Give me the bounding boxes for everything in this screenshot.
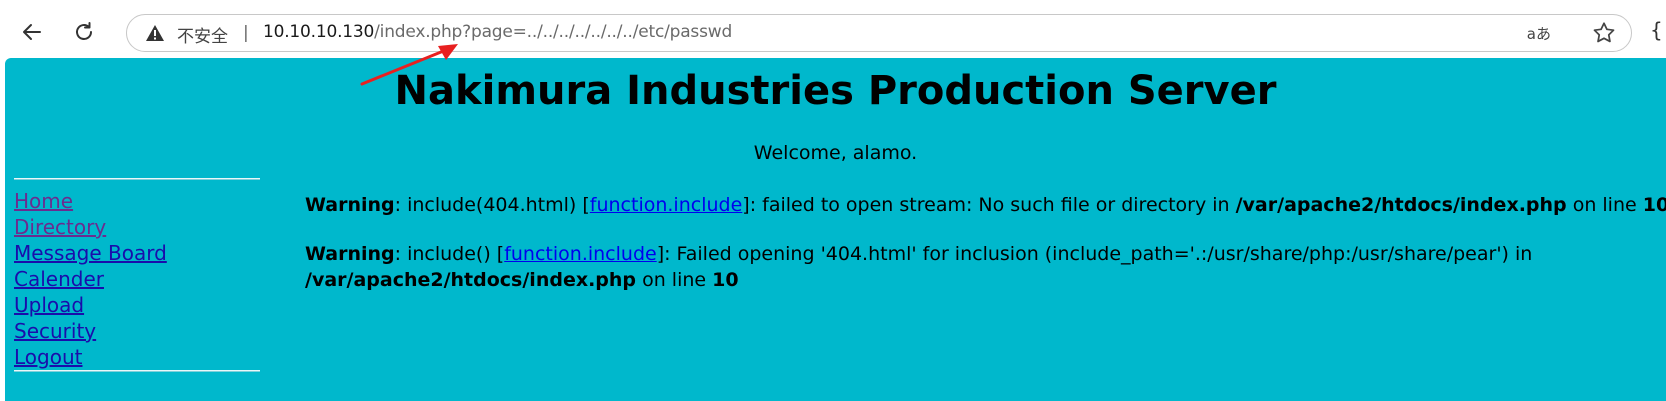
address-bar[interactable]: 不安全 | 10.10.10.130/index.php?page=../../… xyxy=(126,14,1632,52)
sidebar-menu: Home Directory Message Board Calender Up… xyxy=(14,188,167,370)
warning-message-1: Warning: include(404.html) [function.inc… xyxy=(305,192,1666,218)
menu-item-logout: Logout xyxy=(14,344,167,370)
browser-toolbar: 不安全 | 10.10.10.130/index.php?page=../../… xyxy=(0,0,1666,60)
url-host: 10.10.10.130 xyxy=(263,22,375,42)
menu-divider-top xyxy=(14,178,260,180)
menu-item-calender: Calender xyxy=(14,266,167,292)
warning-message-2: Warning: include() [function.include]: F… xyxy=(305,241,1532,293)
not-secure-warning-icon[interactable] xyxy=(145,24,165,42)
reload-button[interactable] xyxy=(66,14,102,50)
welcome-message: Welcome, alamo. xyxy=(753,142,918,164)
warning-text: on line xyxy=(1566,194,1643,216)
warning-text: : include(404.html) [ xyxy=(394,194,590,216)
separator: | xyxy=(243,23,249,43)
menu-link-home[interactable]: Home xyxy=(14,189,73,213)
file-path: /var/apache2/htdocs/index.php xyxy=(1235,194,1567,216)
warning-text: : include() [ xyxy=(394,243,505,265)
url-path: /index.php?page=../../../../../../../etc… xyxy=(374,22,733,42)
translate-icon[interactable]: aあ xyxy=(1527,23,1551,44)
function-include-link[interactable]: function.include xyxy=(504,243,657,265)
menu-link-calender[interactable]: Calender xyxy=(14,267,104,291)
menu-divider-bottom xyxy=(14,370,260,372)
menu-item-upload: Upload xyxy=(14,292,167,318)
menu-link-security[interactable]: Security xyxy=(14,319,96,343)
menu-item-directory: Directory xyxy=(14,214,167,240)
menu-item-security: Security xyxy=(14,318,167,344)
menu-link-message-board[interactable]: Message Board xyxy=(14,241,167,265)
menu-item-home: Home xyxy=(14,188,167,214)
warning-text: ]: failed to open stream: No such file o… xyxy=(742,194,1236,216)
warning-label: Warning xyxy=(305,243,395,265)
page-title: Nakimura Industries Production Server xyxy=(394,68,1277,114)
url-text[interactable]: 10.10.10.130/index.php?page=../../../../… xyxy=(263,22,732,42)
line-number: 10 xyxy=(712,269,739,291)
red-annotation-arrow xyxy=(360,44,458,86)
warning-label: Warning xyxy=(305,194,395,216)
back-button[interactable] xyxy=(14,14,50,50)
web-page: Nakimura Industries Production Server We… xyxy=(5,58,1666,401)
menu-link-upload[interactable]: Upload xyxy=(14,293,84,317)
function-include-link[interactable]: function.include xyxy=(590,194,743,216)
file-path: /var/apache2/htdocs/index.php xyxy=(305,269,637,291)
line-number: 10 xyxy=(1642,194,1666,216)
menu-link-directory[interactable]: Directory xyxy=(14,215,106,239)
back-arrow-icon xyxy=(23,24,41,40)
warning-text: ]: Failed opening '404.html' for inclusi… xyxy=(656,243,1533,265)
menu-item-message-board: Message Board xyxy=(14,240,167,266)
extensions-icon[interactable]: { xyxy=(1650,18,1663,42)
warning-text: on line xyxy=(636,269,713,291)
bookmark-star-icon[interactable] xyxy=(1591,20,1617,46)
menu-link-logout[interactable]: Logout xyxy=(14,345,82,369)
security-label[interactable]: 不安全 xyxy=(177,22,228,47)
reload-icon xyxy=(76,22,92,40)
